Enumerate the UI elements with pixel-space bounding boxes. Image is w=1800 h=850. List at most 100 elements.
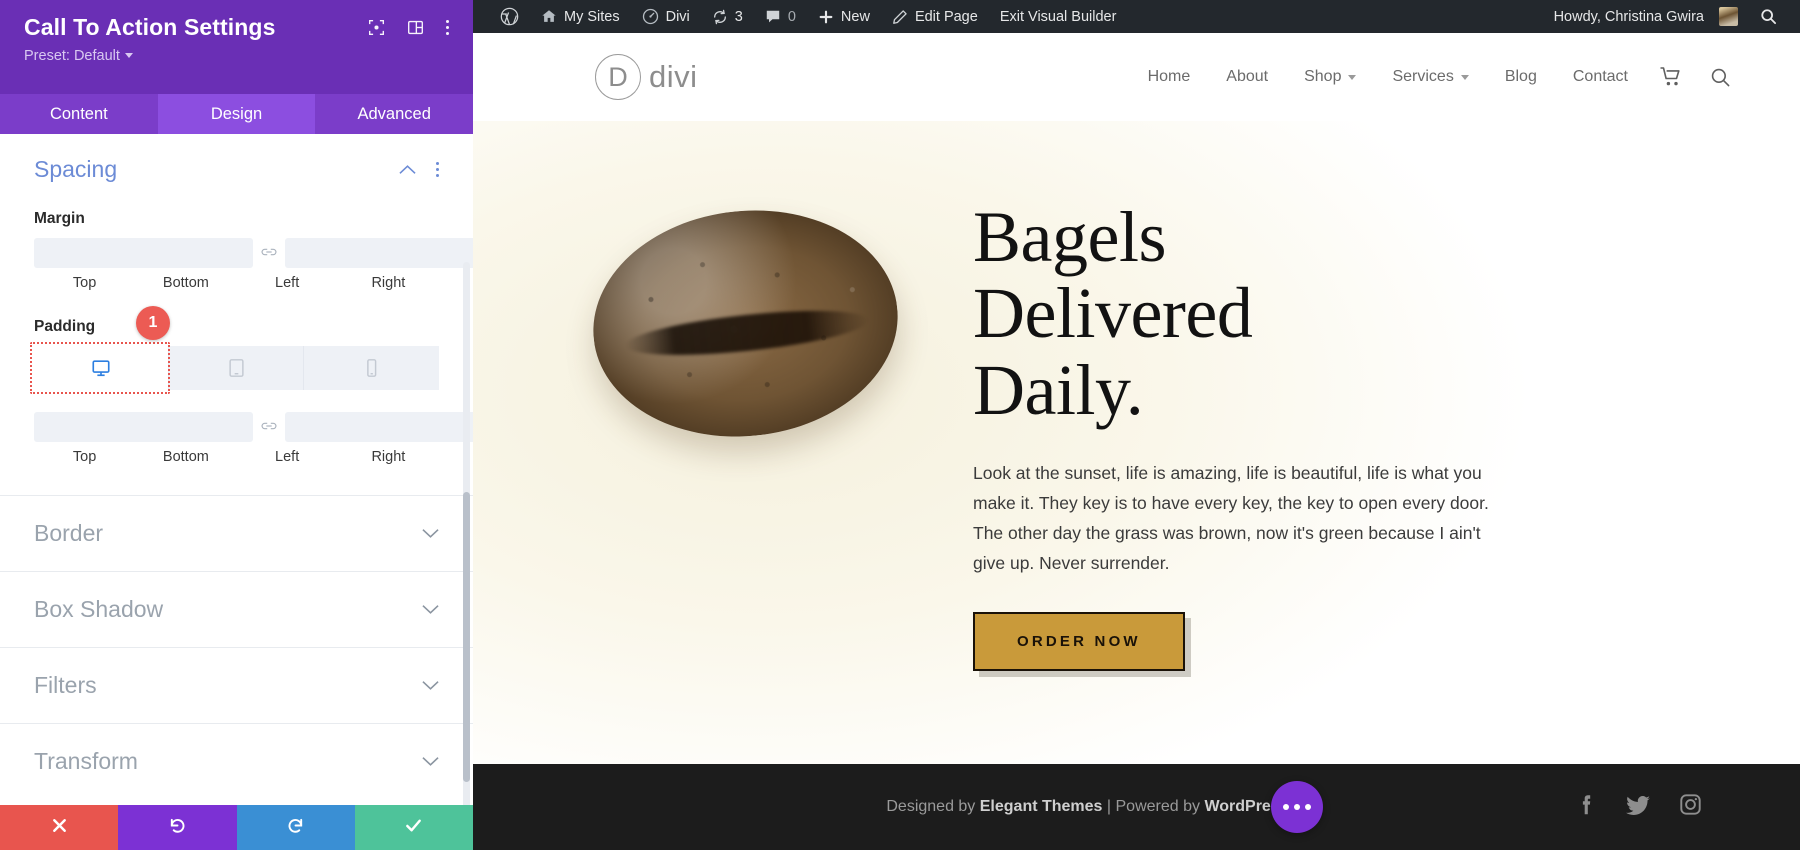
adminbar-howdy[interactable]: Howdy, Christina Gwira [1543,7,1749,26]
nav-label: Blog [1504,68,1537,85]
padding-label-text: Padding [34,318,96,335]
undo-button[interactable] [118,805,237,850]
section-filters[interactable]: Filters [0,647,473,723]
chevron-down-icon [422,680,439,691]
site-logo[interactable]: D divi [595,54,698,100]
adminbar-divi[interactable]: Divi [631,8,701,25]
adminbar-search[interactable] [1749,8,1788,25]
padding-bottom-input[interactable] [285,412,473,442]
preset-selector[interactable]: Preset: Default [24,48,453,64]
nav-item-services[interactable]: Services [1374,68,1486,86]
cart-icon[interactable] [1646,67,1696,87]
adminbar-divi-label: Divi [665,8,690,25]
adminbar-my-sites[interactable]: My Sites [530,9,631,25]
order-now-button[interactable]: ORDER NOW [973,612,1185,672]
panel-body: Spacing Margin Top Bottom Left Right Pad… [0,134,473,805]
section-box-shadow-label: Box Shadow [34,596,164,622]
margin-bottom-input[interactable] [285,238,473,268]
nav-item-contact[interactable]: Contact [1555,68,1646,86]
more-vertical-icon[interactable] [446,20,449,36]
section-box-shadow[interactable]: Box Shadow [0,571,473,647]
tab-design[interactable]: Design [157,94,316,134]
logo-text: divi [649,59,698,94]
section-transform[interactable]: Transform [0,723,473,799]
hero-image-column [473,121,973,764]
adminbar-comments-count: 0 [787,8,796,25]
adminbar-howdy-label: Howdy, Christina Gwira [1553,8,1704,25]
sites-icon [541,9,557,24]
fullscreen-icon[interactable] [368,19,385,36]
chevron-down-icon [422,528,439,539]
chevron-down-icon [422,604,439,615]
spacing-section-title: Spacing [34,156,118,182]
page-preview: My Sites Divi 3 0 New Edit Page Exit Vis… [473,0,1800,850]
nav-item-blog[interactable]: Blog [1487,68,1555,86]
discard-button[interactable] [0,805,119,850]
padding-device-tablet[interactable] [169,346,304,390]
panel-footer [0,805,473,850]
nav-label: Services [1392,68,1454,85]
chevron-down-icon [422,756,439,767]
adminbar-updates-count: 3 [734,8,743,25]
adminbar-exit-visual-builder[interactable]: Exit Visual Builder [989,9,1128,25]
panel-title: Call To Action Settings [24,14,276,40]
adminbar-edit-page[interactable]: Edit Page [881,9,989,25]
site-footer: Designed by Elegant Themes | Powered by … [473,764,1800,850]
padding-left-label: Left [275,449,300,465]
save-button[interactable] [354,805,473,850]
spacing-options-icon[interactable] [436,162,439,177]
redo-icon [286,816,305,840]
section-filters-label: Filters [34,672,97,698]
tab-advanced[interactable]: Advanced [315,94,474,134]
collapsed-sections: Border Box Shadow Filters Transform [0,495,473,799]
hero-paragraph: Look at the sunset, life is amazing, lif… [973,462,1489,574]
plus-icon [818,9,834,25]
link-margin-top-bottom-icon[interactable] [253,246,285,260]
logo-mark: D [595,54,641,100]
adminbar-new[interactable]: New [807,9,881,25]
padding-fields: 2 Top Bottom Left Right [34,412,473,465]
adminbar-wp-logo[interactable] [489,7,530,26]
visual-builder-fab[interactable] [1270,781,1323,833]
nav-item-about[interactable]: About [1208,68,1286,86]
padding-device-desktop[interactable] [34,346,169,390]
hero-text-column: Bagels Delivered Daily. Look at the suns… [973,121,1493,672]
nav-label: Shop [1304,68,1342,85]
padding-device-phone[interactable] [304,346,439,390]
instagram-icon[interactable] [1679,793,1702,821]
padding-bottom-label: Bottom [162,449,209,465]
footer-credit-prefix: Designed by [886,798,980,815]
adminbar-comments[interactable]: 0 [754,9,807,25]
nav-item-home[interactable]: Home [1130,68,1209,86]
nav-item-shop[interactable]: Shop [1286,68,1374,86]
panel-header: Call To Action Settings Preset: Default [0,0,473,94]
margin-bottom-label: Bottom [162,275,209,291]
section-border[interactable]: Border [0,495,473,571]
chevron-up-icon[interactable] [399,164,416,175]
link-padding-top-bottom-icon[interactable] [253,420,285,434]
redo-button[interactable] [236,805,355,850]
footer-credit-mid: Powered by [1115,798,1205,815]
padding-top-input[interactable] [34,412,253,442]
margin-top-input[interactable] [34,238,253,268]
hero-heading-line-1: Bagels [973,197,1166,277]
padding-device-row [34,346,439,390]
module-settings-panel: Call To Action Settings Preset: Default … [0,0,474,850]
search-icon [1760,8,1777,25]
footer-brand-elegant-themes[interactable]: Elegant Themes [980,798,1103,815]
footer-social [1576,793,1702,822]
bagel-photo [582,195,909,452]
close-icon [51,817,68,839]
adminbar-updates[interactable]: 3 [701,9,754,25]
site-header: D divi Home About Shop Services Blog Con… [473,33,1800,121]
panel-scrollbar-thumb[interactable] [463,492,470,782]
twitter-icon[interactable] [1626,793,1651,822]
hero-heading-line-3: Daily. [973,349,1144,430]
facebook-icon[interactable] [1576,793,1598,822]
margin-fields: Top Bottom Left Right [34,238,473,291]
search-icon[interactable] [1696,67,1745,88]
nav-label: Contact [1572,68,1628,85]
tab-content[interactable]: Content [0,94,158,134]
padding-device-row-wrap [30,342,439,394]
layout-columns-icon[interactable] [407,19,424,36]
